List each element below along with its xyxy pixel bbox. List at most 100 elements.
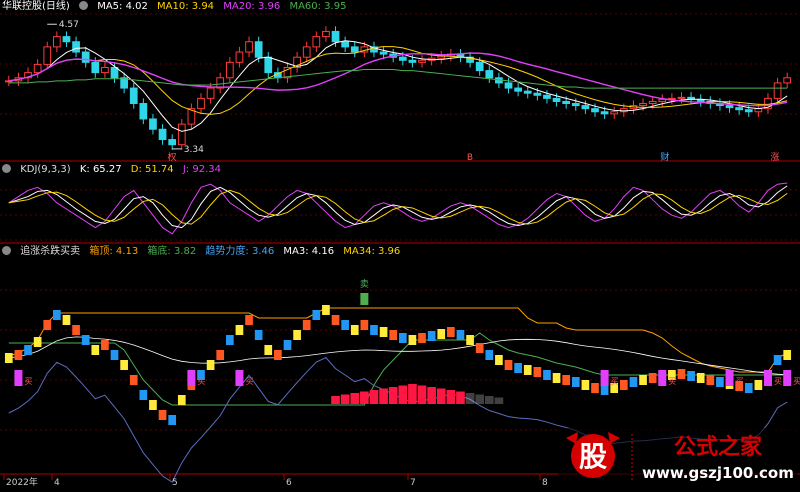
candle-body bbox=[658, 98, 667, 102]
signal-bar bbox=[408, 384, 417, 404]
candle-body bbox=[639, 103, 647, 107]
indicator-bar bbox=[543, 370, 551, 380]
candle-body bbox=[571, 103, 580, 107]
settings-icon[interactable] bbox=[2, 164, 11, 173]
watermark-logo: 股 公式之家 www.gszj100.com bbox=[558, 428, 798, 486]
indicator-bar bbox=[293, 330, 301, 340]
candle-body bbox=[379, 51, 388, 55]
signal-bar bbox=[350, 393, 360, 404]
chart-stage: 4.57 3.34 权 B 财 涨卖买 买 买 买 买 买 买 买 2022年 4 5 6 7 8 华联控股(日线)… bbox=[0, 0, 800, 488]
buy-marker bbox=[763, 370, 772, 386]
candle-body bbox=[350, 46, 359, 53]
indicator-bar bbox=[322, 305, 330, 315]
panel1-header: 华联控股(日线) MA5: 4.02 MA10: 3.94 MA20: 3.96… bbox=[2, 0, 352, 14]
candle-body bbox=[235, 51, 244, 63]
candle-body bbox=[600, 111, 609, 115]
candle-body bbox=[168, 139, 177, 146]
candle-body bbox=[72, 41, 80, 53]
indicator-bar bbox=[754, 380, 763, 390]
ma5-value: MA5: 4.02 bbox=[97, 1, 148, 12]
settings-icon[interactable] bbox=[79, 1, 88, 10]
candle-body bbox=[264, 56, 273, 74]
indicator-bar bbox=[302, 320, 311, 330]
signal-bar bbox=[446, 390, 456, 404]
buy-label: 买 bbox=[668, 377, 676, 386]
candle-body bbox=[523, 90, 532, 94]
indicator-bar bbox=[177, 395, 186, 405]
indicator-bar bbox=[437, 329, 446, 339]
indicator-bar bbox=[158, 410, 167, 420]
indicator-bar bbox=[33, 337, 42, 347]
box-bottom: 箱底: 3.82 bbox=[147, 246, 197, 257]
indicator-bar bbox=[418, 333, 426, 343]
buy-label: 买 bbox=[793, 377, 800, 386]
signal-bar bbox=[494, 397, 504, 404]
indicator-bar bbox=[773, 355, 782, 365]
candle-body bbox=[81, 51, 90, 63]
chart-canvas: 4.57 3.34 权 B 财 涨卖买 买 买 买 买 买 买 买 2022年 4 5 6 7 8 bbox=[0, 13, 800, 488]
candle-body bbox=[33, 63, 42, 74]
candle-body bbox=[110, 66, 119, 79]
ma60-value: MA60: 3.95 bbox=[289, 1, 347, 12]
buy-marker bbox=[600, 370, 609, 386]
candle-body bbox=[485, 70, 494, 79]
indicator-bar bbox=[312, 310, 321, 320]
indicator-bar bbox=[687, 371, 695, 381]
buy-label: 买 bbox=[197, 377, 205, 386]
x-axis-label: 5 bbox=[172, 478, 178, 488]
event-mark: 权 bbox=[167, 151, 176, 163]
candle-body bbox=[591, 108, 599, 113]
low-price-label: 3.34 bbox=[184, 145, 204, 155]
indicator-bar bbox=[562, 375, 571, 385]
signal-bar bbox=[456, 391, 465, 404]
signal-bar bbox=[427, 387, 436, 404]
signal-bar bbox=[465, 393, 475, 404]
indicator-bar bbox=[254, 330, 263, 340]
candle-body bbox=[312, 36, 321, 48]
kdj-k: K: 65.27 bbox=[79, 164, 122, 175]
indicator-bar bbox=[81, 335, 90, 345]
candle-body bbox=[504, 82, 513, 89]
buy-marker bbox=[725, 370, 734, 386]
signal-bar bbox=[417, 385, 427, 404]
sell-marker bbox=[360, 293, 369, 305]
kdj-title: KDJ(9,3,3) bbox=[20, 164, 71, 175]
buy-label: 买 bbox=[245, 377, 253, 386]
candle-body bbox=[783, 77, 792, 84]
settings-icon[interactable] bbox=[2, 246, 11, 255]
candle-body bbox=[62, 36, 71, 43]
indicator-bar bbox=[398, 333, 407, 343]
panel1-title: 华联控股(日线) bbox=[2, 1, 70, 12]
panel2-header: KDJ(9,3,3) K: 65.27 D: 51.74 J: 92.34 bbox=[2, 163, 227, 177]
event-mark: 财 bbox=[660, 151, 669, 163]
candle-body bbox=[206, 87, 215, 99]
candle-body bbox=[418, 59, 426, 63]
indicator-title: 追涨杀跌买卖 bbox=[20, 246, 81, 257]
candle-body bbox=[744, 109, 753, 113]
indicator-bar bbox=[456, 330, 465, 340]
indicator-bar bbox=[571, 377, 580, 387]
candle-body bbox=[129, 87, 138, 105]
indicator-bar bbox=[235, 325, 244, 335]
indicator-bar bbox=[43, 320, 52, 330]
candle-body bbox=[149, 118, 157, 130]
candle-body bbox=[331, 30, 340, 43]
indicator-bar bbox=[475, 343, 484, 353]
indicator-bar bbox=[706, 375, 715, 385]
indicator-bar bbox=[466, 335, 474, 345]
candle-body bbox=[91, 61, 100, 74]
candle-body bbox=[735, 107, 744, 111]
candle-body bbox=[43, 46, 52, 65]
indicator-bar bbox=[91, 345, 100, 355]
signal-bar bbox=[475, 394, 485, 404]
kdj-k-line bbox=[8, 185, 788, 229]
ma20-value: MA20: 3.96 bbox=[223, 1, 281, 12]
candle-body bbox=[773, 82, 782, 99]
kdj-j: J: 92.34 bbox=[182, 164, 221, 175]
indicator-bar bbox=[591, 383, 599, 393]
indicator-bar bbox=[129, 375, 138, 385]
watermark-big-char: 股 bbox=[579, 440, 607, 473]
candle-body bbox=[52, 36, 61, 48]
x-axis-label: 8 bbox=[542, 478, 548, 488]
candle-body bbox=[302, 46, 311, 58]
